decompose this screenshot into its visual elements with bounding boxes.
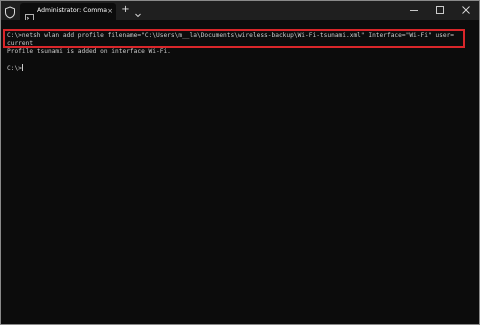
- title-bar[interactable]: Administrator: Command Prom × +: [1, 1, 479, 22]
- terminal-window: Administrator: Command Prom × +: [0, 0, 480, 325]
- chevron-down-icon[interactable]: [134, 5, 142, 18]
- close-icon[interactable]: ×: [106, 6, 114, 16]
- close-icon: [462, 6, 470, 14]
- maximize-button[interactable]: [427, 1, 453, 20]
- output-line: Profile tsunami is added on interface Wi…: [7, 48, 171, 55]
- terminal-icon: [25, 7, 34, 22]
- terminal-output[interactable]: C:\>netsh wlan add profile filename="C:\…: [1, 20, 479, 324]
- tab-command-prompt[interactable]: Administrator: Command Prom ×: [20, 3, 116, 22]
- command-line-wrap: current: [7, 40, 34, 47]
- close-window-button[interactable]: [453, 1, 479, 20]
- text-cursor: [21, 64, 23, 71]
- maximize-icon: [436, 6, 444, 14]
- command-line: C:\>netsh wlan add profile filename="C:\…: [7, 32, 455, 39]
- prompt-text: C:\>: [7, 65, 22, 72]
- minimize-button[interactable]: [401, 1, 427, 20]
- shield-icon[interactable]: [4, 4, 16, 19]
- new-tab-button[interactable]: +: [121, 4, 130, 16]
- tab-title: Administrator: Command Prom: [37, 7, 107, 14]
- prompt-line[interactable]: C:\>: [7, 64, 23, 73]
